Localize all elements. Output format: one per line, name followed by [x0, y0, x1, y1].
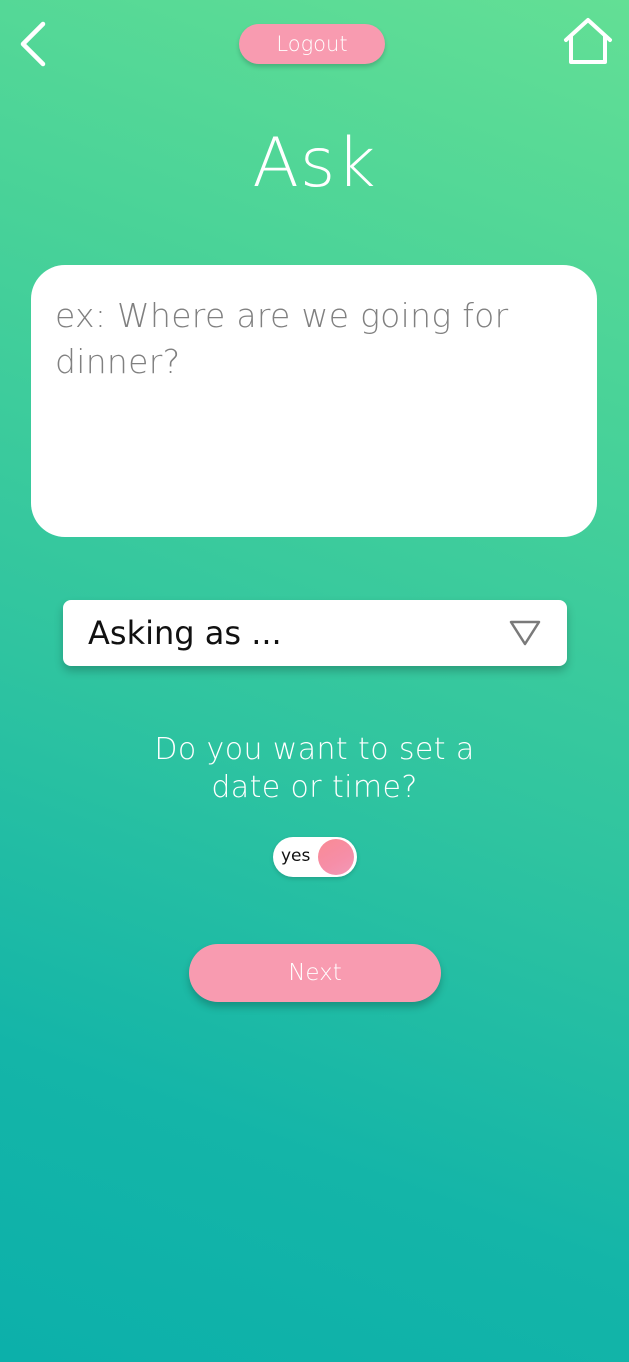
question-placeholder: ex: Where are we going for dinner?	[55, 296, 509, 381]
datetime-toggle[interactable]: yes	[273, 837, 357, 877]
question-textarea[interactable]: ex: Where are we going for dinner?	[31, 265, 597, 537]
chevron-left-icon	[20, 21, 46, 67]
datetime-question: Do you want to set a date or time?	[0, 731, 629, 807]
triangle-down-icon	[509, 620, 541, 646]
toggle-knob	[318, 839, 354, 875]
page-title: Ask	[252, 124, 377, 203]
home-button[interactable]	[560, 14, 616, 68]
toggle-label: yes	[281, 846, 311, 866]
asking-as-dropdown[interactable]: Asking as ...	[63, 600, 567, 666]
home-icon	[564, 18, 612, 64]
next-button[interactable]: Next	[189, 944, 441, 1002]
back-button[interactable]	[12, 18, 52, 70]
asking-as-label: Asking as ...	[88, 614, 282, 652]
logout-button[interactable]: Logout	[239, 24, 385, 64]
datetime-question-text: Do you want to set a date or time?	[154, 732, 475, 805]
